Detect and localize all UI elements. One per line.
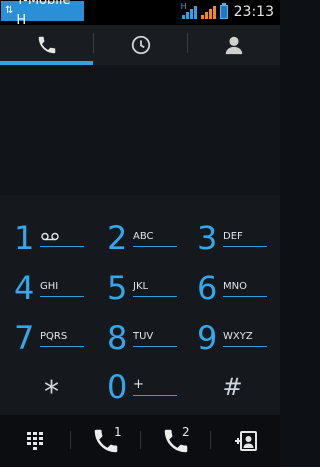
key-underline [40,346,84,347]
signal-blue-icon: H [180,2,197,19]
key-underline [133,395,177,396]
key-underline [133,246,177,247]
status-bar: ⇅ T-Mobile H H 23:13 [0,0,280,28]
clock: 23:13 [233,4,274,20]
carrier-badge: ⇅ T-Mobile H [1,0,84,28]
key-underline [133,296,177,297]
key-1[interactable]: 1 [0,218,93,261]
key-underline [223,296,267,297]
key-5[interactable]: 5 JKL [93,268,186,311]
key-digit: * [44,375,59,410]
key-letters: JKL [133,281,149,292]
key-8[interactable]: 8 TUV [93,318,186,361]
call-sim2-button[interactable]: 2 [141,415,210,467]
key-pound[interactable]: # [186,367,279,410]
key-digit: 6 [197,269,218,307]
key-digit: 1 [14,219,35,257]
key-underline [223,246,267,247]
key-underline [223,346,267,347]
signal-orange-icon [200,5,216,19]
key-underline [40,296,84,297]
network-type-label: H [180,2,187,11]
dialpad-icon [27,432,43,450]
key-letters: WXYZ [223,331,253,342]
status-icons: H 23:13 [180,2,274,22]
battery-icon [219,3,228,19]
key-letters: TUV [133,331,154,342]
tab-contacts[interactable] [188,25,280,65]
add-contact-button[interactable] [211,415,280,467]
phone-icon [38,36,55,54]
data-arrows-icon: ⇅ [5,5,14,16]
key-letters: ABC [133,231,154,242]
key-4[interactable]: 4 GHI [0,268,93,311]
key-underline [133,346,177,347]
sim-label: 2 [182,425,190,439]
clock-icon [131,35,150,55]
key-letters: GHI [40,281,59,292]
key-letters: MNO [223,281,247,292]
key-digit: 3 [197,219,218,257]
key-digit: 9 [197,319,218,357]
action-bar: 1 2 [0,415,280,467]
key-star[interactable]: * [5,367,98,410]
key-digit: 5 [107,269,128,307]
key-digit: 2 [107,219,128,257]
digits-display[interactable] [0,65,280,195]
dialpad: 1 2 ABC 3 DEF 4 GHI 5 JKL 6 MNO 7 PQRS 8… [0,195,280,415]
tab-recent[interactable] [94,25,187,65]
key-digit: 7 [14,319,35,357]
tab-bar [0,25,280,65]
call-sim1-button[interactable]: 1 [71,415,140,467]
sim-label: 1 [114,425,122,439]
key-0[interactable]: 0 + [93,367,186,410]
tab-phone[interactable] [0,25,93,65]
key-3[interactable]: 3 DEF [183,218,276,261]
dialer-screen: ⇅ T-Mobile H H 23:13 1 2 ABC 3 DEF 4 GHI… [0,0,280,467]
person-icon [225,36,243,55]
add-contact-icon [234,431,257,451]
key-2[interactable]: 2 ABC [93,218,186,261]
key-letters: + [133,377,144,392]
key-digit: 4 [14,269,35,307]
key-9[interactable]: 9 WXYZ [183,318,276,361]
key-letters: DEF [223,231,243,242]
key-digit: 0 [107,368,128,406]
key-digit: 8 [107,319,128,357]
key-letters: PQRS [40,331,68,342]
key-7[interactable]: 7 PQRS [0,318,93,361]
key-6[interactable]: 6 MNO [183,268,276,311]
dialpad-toggle-button[interactable] [0,415,70,467]
voicemail-icon [41,232,59,241]
key-digit: # [222,373,243,401]
key-underline [40,246,84,247]
